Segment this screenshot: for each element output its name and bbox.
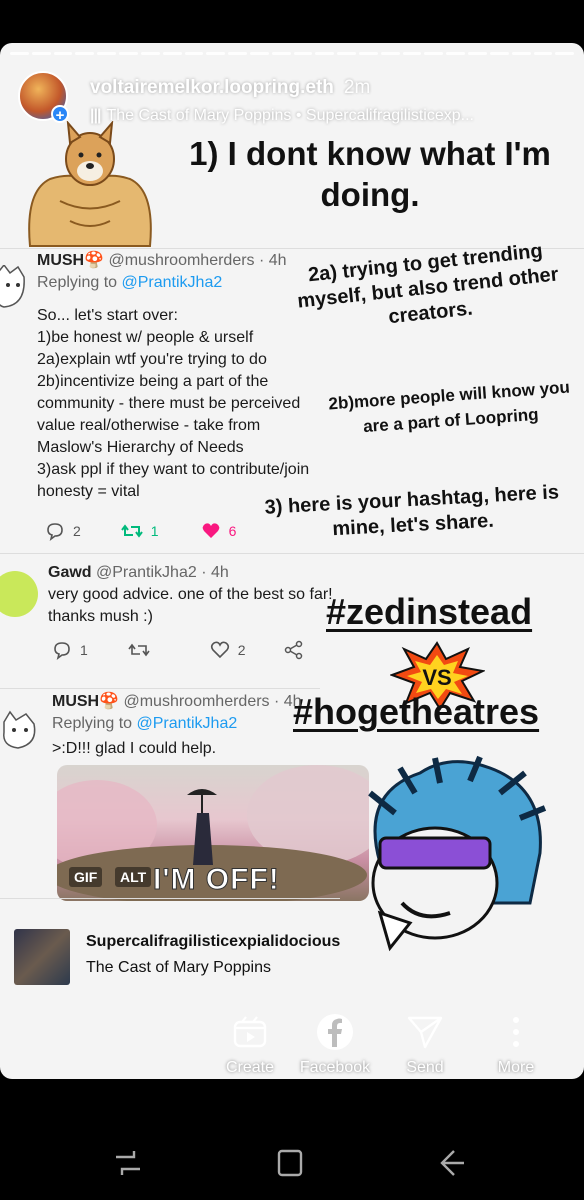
tweet-1: MUSH🍄 @mushroomherders · 4h Replying to … <box>37 252 287 291</box>
album-art-image <box>14 929 70 985</box>
tweet-author-name: Gawd <box>48 564 92 581</box>
share-nodes-icon <box>284 640 302 660</box>
gif-caption: I'M OFF! <box>153 863 280 897</box>
hashtag-hogetheatres: #hogetheatres <box>293 691 540 732</box>
tweet-author-handle: @mushroomherders · 4h <box>108 252 287 269</box>
doge-meme-image <box>28 121 152 247</box>
retweet-icon <box>128 643 150 657</box>
tweet-2: Gawd @PrantikJha2 · 4h very good advice.… <box>48 564 333 625</box>
tweet-1-actions: 2 1 6 <box>45 521 236 541</box>
story-title-text: 1) I dont know what I'm doing. <box>189 135 551 213</box>
retweet-button[interactable]: 1 <box>120 521 159 541</box>
hashtag-zedinstead: #zedinstead <box>326 591 533 632</box>
more-vertical-icon <box>513 1017 519 1047</box>
divider <box>0 898 340 899</box>
like-button[interactable]: 6 <box>201 521 236 541</box>
annotation-2b: 2b)more people will know you are a part … <box>323 374 577 442</box>
reply-button[interactable]: 1 <box>52 640 88 660</box>
tweet-3: MUSH🍄 @mushroomherders · 4h Replying to … <box>52 693 302 757</box>
recent-apps-icon[interactable] <box>108 1143 148 1183</box>
create-icon <box>233 1016 267 1048</box>
story-time: 2m <box>343 77 371 98</box>
cat-avatar-icon <box>0 265 25 308</box>
reply-icon <box>47 523 63 541</box>
replying-to-link[interactable]: @PrantikJha2 <box>137 715 238 732</box>
tweet-author-handle: @mushroomherders · 4h <box>123 693 302 710</box>
tweet-author-name: MUSH🍄 <box>52 693 120 710</box>
story-music-label: The Cast of Mary Poppins • Supercalifrag… <box>106 107 474 124</box>
retweet-icon <box>120 524 143 538</box>
more-button[interactable]: More <box>466 1013 566 1077</box>
cat-avatar-icon <box>3 710 36 749</box>
alt-badge[interactable]: ALT <box>115 867 152 887</box>
like-button[interactable]: 2 <box>210 640 246 660</box>
tweet-author-name: MUSH🍄 <box>37 252 105 269</box>
retweet-button[interactable] <box>128 640 150 660</box>
facebook-icon <box>317 1014 353 1050</box>
gif-badge: GIF <box>69 867 103 887</box>
tweet-2-actions: 1 2 <box>52 640 304 660</box>
story-username[interactable]: voltairemelkor.loopring.eth 2m <box>90 77 370 99</box>
song-artist: The Cast of Mary Poppins <box>86 959 271 976</box>
tweet-gif[interactable]: GIF ALT I'M OFF! <box>57 765 369 901</box>
heart-icon <box>210 641 229 659</box>
reply-button[interactable]: 2 <box>45 521 81 541</box>
annotation-2a: 2a) trying to get trending myself, but a… <box>296 239 560 329</box>
facebook-button[interactable]: Facebook <box>285 1013 385 1077</box>
divider <box>0 553 584 554</box>
home-icon[interactable] <box>270 1143 310 1183</box>
music-sticker[interactable]: Supercalifragilisticexpialidocious The C… <box>14 923 574 993</box>
back-icon[interactable] <box>432 1143 472 1183</box>
share-button[interactable] <box>284 640 304 660</box>
song-title: Supercalifragilisticexpialidocious <box>86 933 341 950</box>
divider <box>0 688 320 689</box>
story-progress-bar <box>10 52 575 55</box>
vs-label: VS <box>422 665 451 690</box>
system-navigation-bar <box>0 1120 584 1200</box>
story-card: + voltairemelkor.loopring.eth 2m ||| The C… <box>0 43 584 1079</box>
gawd-avatar[interactable] <box>0 571 38 617</box>
send-icon <box>407 1016 443 1049</box>
reply-icon <box>54 642 70 660</box>
heart-filled-icon <box>202 523 219 538</box>
send-button[interactable]: Send <box>375 1013 475 1077</box>
tweet-author-handle: @PrantikJha2 · 4h <box>96 564 229 581</box>
replying-to-link[interactable]: @PrantikJha2 <box>122 274 223 291</box>
